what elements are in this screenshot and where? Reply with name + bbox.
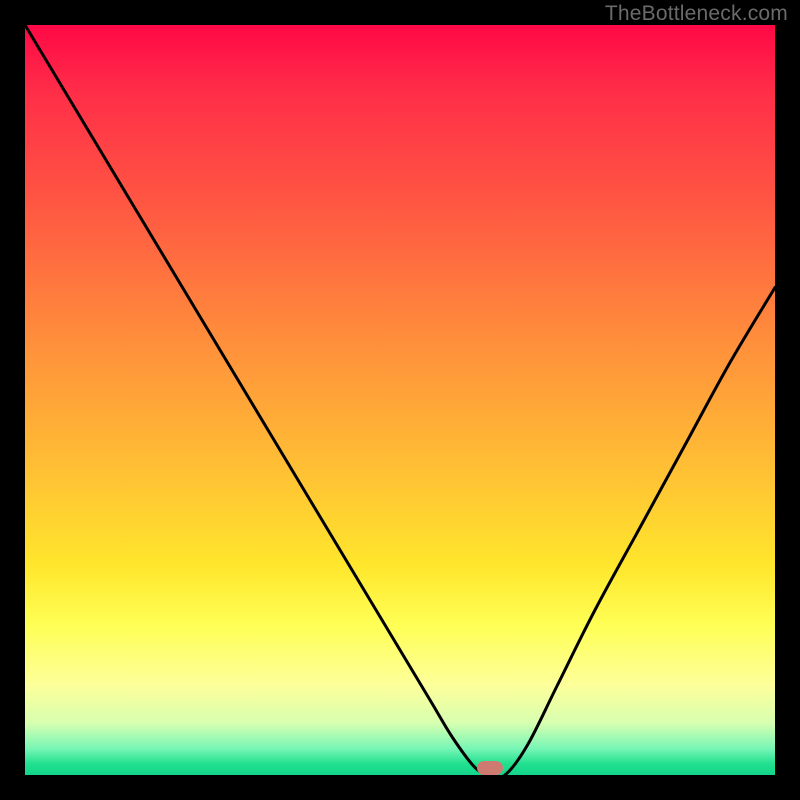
minimum-marker [477,761,503,775]
bottleneck-curve [25,25,775,775]
watermark-text: TheBottleneck.com [605,2,788,26]
plot-area [25,25,775,775]
chart-frame: TheBottleneck.com [0,0,800,800]
